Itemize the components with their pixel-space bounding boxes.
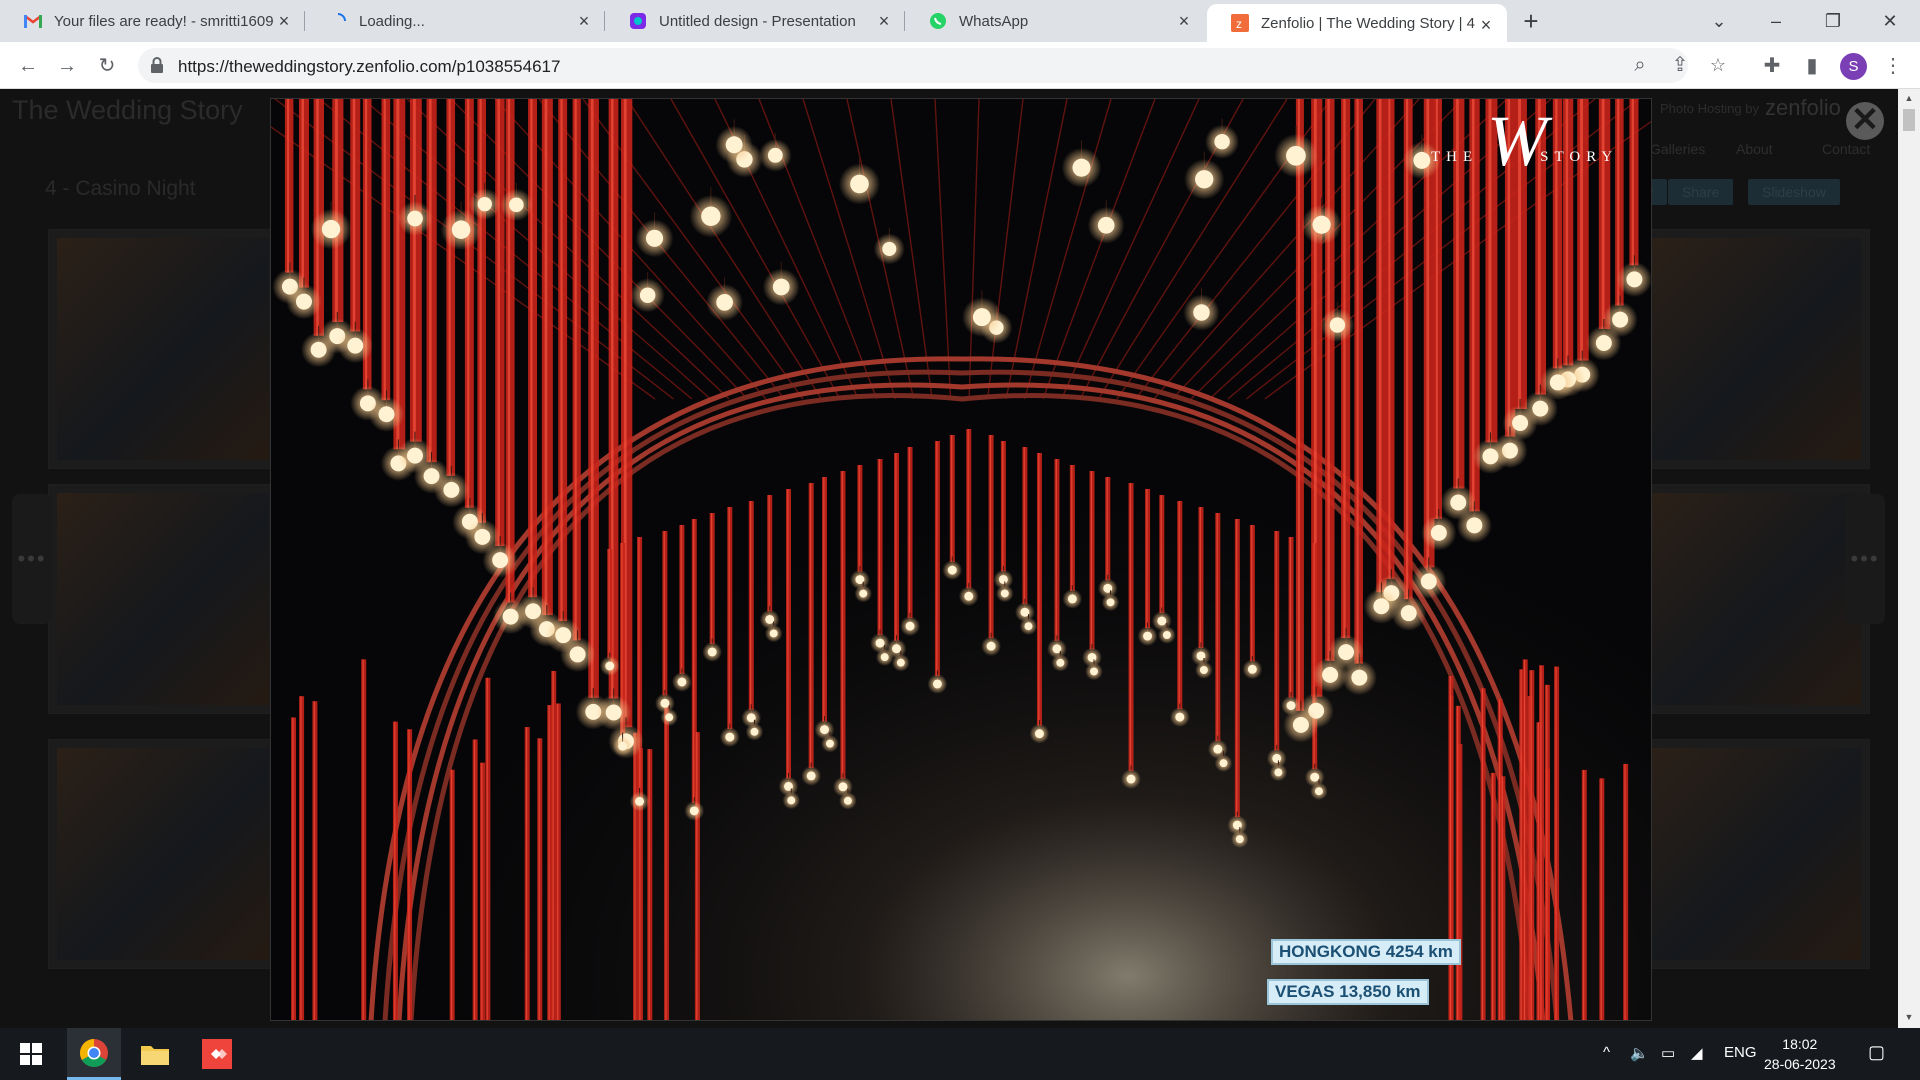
tab-title: Your files are ready! - smritti1609 — [54, 12, 274, 30]
nav-contact[interactable]: Contact — [1822, 141, 1870, 157]
gallery-title: 4 - Casino Night — [45, 177, 196, 200]
battery-icon[interactable]: ▭ — [1661, 1044, 1675, 1062]
gallery-thumbnail[interactable] — [1640, 739, 1870, 969]
page-scrollbar[interactable]: ▲ ▼ — [1898, 89, 1920, 1028]
share-icon[interactable]: ⇪ — [1666, 51, 1694, 79]
wifi-icon[interactable]: ◢ — [1691, 1044, 1703, 1062]
side-panel-icon[interactable]: ▮ — [1798, 52, 1826, 80]
address-bar[interactable]: https://theweddingstory.zenfolio.com/p10… — [138, 48, 1726, 83]
nav-galleries[interactable]: Galleries — [1650, 141, 1705, 157]
watermark-w: W — [1487, 101, 1547, 181]
close-window-button[interactable]: ✕ — [1877, 8, 1903, 34]
close-tab-icon[interactable]: × — [1477, 16, 1495, 34]
new-tab-button[interactable]: + — [1518, 8, 1544, 35]
watermark-story: STORY — [1540, 149, 1619, 165]
tab-title: WhatsApp — [959, 12, 1029, 30]
tab-search-icon[interactable]: ⌄ — [1706, 8, 1732, 34]
close-tab-icon[interactable]: × — [875, 12, 893, 30]
menu-kebab-icon[interactable]: ⋮ — [1879, 52, 1907, 80]
tab-canva[interactable]: Untitled design - Presentation × — [605, 0, 905, 42]
minimize-button[interactable]: – — [1763, 8, 1789, 34]
restore-button[interactable]: ❐ — [1820, 8, 1846, 34]
close-tab-icon[interactable]: × — [1175, 12, 1193, 30]
show-hidden-icons-icon[interactable]: ^ — [1603, 1044, 1610, 1061]
volume-icon[interactable]: 🔈 — [1630, 1044, 1649, 1062]
gallery-thumbnail[interactable] — [48, 484, 278, 714]
slideshow-button[interactable]: Slideshow — [1748, 179, 1840, 205]
previous-arrow[interactable]: ••• — [12, 494, 52, 624]
tab-gmail[interactable]: Your files are ready! - smritti1609 × — [0, 0, 305, 42]
site-title[interactable]: The Wedding Story — [12, 95, 243, 126]
zenfolio-logo[interactable]: zenfolio — [1765, 95, 1841, 121]
gallery-thumbnail[interactable] — [1640, 229, 1870, 469]
zoom-icon[interactable]: ⌕ — [1626, 51, 1654, 79]
bookmark-star-icon[interactable]: ☆ — [1704, 51, 1732, 79]
tab-whatsapp[interactable]: WhatsApp × — [905, 0, 1205, 42]
svg-text:z: z — [1236, 17, 1242, 31]
scroll-up-arrow-icon[interactable]: ▲ — [1903, 92, 1915, 104]
taskbar-clock[interactable]: 18:02 28-06-2023 — [1764, 1034, 1836, 1074]
share-button[interactable]: Share — [1668, 179, 1734, 205]
watermark-the: THE — [1431, 149, 1479, 165]
the-wedding-story-watermark: THE STORY W — [1431, 105, 1641, 185]
hongkong-sign: HONGKONG 4254 km — [1271, 939, 1461, 965]
browser-toolbar: ← → ↻ https://theweddingstory.zenfolio.c… — [0, 42, 1920, 89]
windows-taskbar: ^ 🔈 ▭ ◢ ENG 18:02 28-06-2023 ▢ — [0, 1028, 1920, 1080]
language-indicator[interactable]: ENG — [1724, 1044, 1757, 1061]
extensions-puzzle-icon[interactable]: ✚ — [1758, 52, 1786, 80]
close-lightbox-button[interactable]: ✕ — [1846, 102, 1884, 140]
notifications-icon[interactable]: ▢ — [1868, 1042, 1885, 1063]
profile-avatar[interactable]: S — [1840, 53, 1867, 80]
back-button[interactable]: ← — [14, 52, 42, 80]
gallery-thumbnail[interactable] — [1640, 484, 1870, 714]
chrome-taskbar-icon[interactable] — [67, 1028, 121, 1080]
loading-spinner-icon — [329, 12, 347, 30]
canva-icon — [629, 12, 647, 30]
zenfolio-icon: z — [1231, 14, 1249, 32]
whatsapp-icon — [929, 12, 947, 30]
clock-date: 28-06-2023 — [1764, 1056, 1836, 1072]
tab-title: Zenfolio | The Wedding Story | 4 — [1261, 14, 1476, 32]
windows-start-icon[interactable] — [4, 1028, 58, 1080]
close-tab-icon[interactable]: × — [275, 12, 293, 30]
vegas-sign: VEGAS 13,850 km — [1267, 979, 1429, 1005]
file-explorer-icon[interactable] — [128, 1028, 182, 1080]
gmail-icon — [24, 12, 42, 30]
tab-title: Untitled design - Presentation — [659, 12, 856, 30]
tab-title: Loading... — [359, 12, 425, 30]
lightbox-photo[interactable]: THE STORY W HONGKONG 4254 km VEGAS 13,850… — [270, 98, 1652, 1021]
forward-button[interactable]: → — [53, 52, 81, 80]
wedding-arch-photo — [271, 99, 1651, 1020]
nav-about[interactable]: About — [1736, 141, 1773, 157]
url-text: https://theweddingstory.zenfolio.com/p10… — [178, 57, 561, 76]
clock-time: 18:02 — [1782, 1036, 1818, 1052]
scrollbar-thumb[interactable] — [1903, 109, 1915, 131]
close-tab-icon[interactable]: × — [575, 12, 593, 30]
tab-zenfolio[interactable]: z Zenfolio | The Wedding Story | 4 × — [1207, 4, 1507, 42]
reload-button[interactable]: ↻ — [93, 52, 121, 80]
scroll-down-arrow-icon[interactable]: ▼ — [1903, 1011, 1915, 1023]
anydesk-icon[interactable] — [190, 1028, 244, 1080]
tab-loading[interactable]: Loading... × — [305, 0, 605, 42]
tab-strip: Your files are ready! - smritti1609 × Lo… — [0, 0, 1920, 42]
zenfolio-note: Photo Hosting by — [1660, 101, 1760, 116]
gallery-thumbnail[interactable] — [48, 229, 278, 469]
gallery-thumbnail[interactable] — [48, 739, 278, 969]
next-arrow[interactable]: ••• — [1845, 494, 1885, 624]
lock-icon[interactable] — [150, 57, 166, 75]
